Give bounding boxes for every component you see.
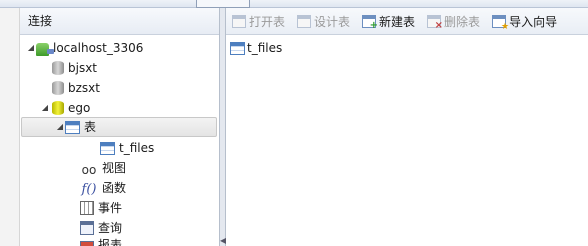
tree-node-tables-folder[interactable]: ◢ 表 — [21, 117, 217, 137]
tree-node-functions[interactable]: f() 函数 — [80, 178, 127, 198]
event-calendar-icon — [80, 201, 94, 215]
ribbon-selected-tab[interactable] — [196, 0, 250, 8]
tree-node-label: bzsxt — [68, 81, 100, 95]
tree-node-queries[interactable]: 查询 — [80, 218, 122, 238]
import-wizard-label: 导入向导 — [509, 14, 558, 29]
tree-node-label: 报表 — [98, 238, 123, 246]
connection-pane-header: 连接 — [20, 8, 219, 35]
import-wizard-icon — [492, 14, 509, 32]
expanded-arrow-icon[interactable]: ◢ — [55, 117, 65, 137]
expanded-arrow-icon[interactable]: ◢ — [40, 98, 50, 118]
delete-table-label: 删除表 — [444, 14, 481, 29]
tree-node-views[interactable]: oo 视图 — [80, 158, 126, 178]
tree-node-label: bjsxt — [68, 61, 98, 75]
design-table-button[interactable]: 设计表 — [297, 13, 350, 30]
delete-table-icon — [427, 14, 443, 31]
object-toolbar: 打开表 设计表 新建表 删除表 导入向导 — [226, 8, 588, 35]
tree-node-label: 函数 — [102, 181, 127, 195]
tree-node-label: 事件 — [98, 201, 123, 215]
tree-node-label: 查询 — [98, 221, 123, 235]
tree-node-label: 表 — [84, 120, 97, 134]
design-table-label: 设计表 — [314, 14, 351, 29]
tree-node-database-ego[interactable]: ◢ ego — [40, 98, 90, 118]
tree-node-label: ego — [68, 101, 91, 115]
database-open-icon — [52, 101, 64, 115]
tables-folder-icon — [65, 120, 80, 134]
ribbon-strip — [0, 0, 588, 8]
new-table-button[interactable]: 新建表 — [362, 13, 416, 31]
open-table-button[interactable]: 打开表 — [232, 13, 285, 30]
mysql-connection-icon — [36, 42, 54, 56]
design-table-icon — [297, 14, 312, 28]
object-list: t_files — [226, 36, 588, 246]
report-icon — [80, 241, 94, 246]
database-closed-icon — [52, 61, 64, 75]
import-wizard-button[interactable]: 导入向导 — [492, 13, 558, 32]
tree-node-database[interactable]: bjsxt — [50, 58, 97, 78]
object-name: t_files — [247, 41, 283, 55]
connection-pane: 连接 ◢ localhost_3306 bjsxt bzsxt ◢ ego ◢ … — [20, 8, 220, 246]
tree-node-database[interactable]: bzsxt — [50, 78, 100, 98]
tree-node-reports[interactable]: 报表 — [80, 238, 122, 246]
tree-node-label: t_files — [119, 141, 155, 155]
open-table-icon — [232, 14, 246, 28]
table-icon — [230, 41, 245, 55]
tree-node-events[interactable]: 事件 — [80, 198, 122, 218]
query-icon — [80, 221, 94, 235]
table-icon — [100, 141, 115, 155]
view-glasses-icon: oo — [81, 163, 97, 177]
database-closed-icon — [52, 81, 64, 95]
tree-node-connection[interactable]: ◢ localhost_3306 — [26, 38, 143, 58]
tree-node-table[interactable]: t_files — [100, 138, 154, 158]
open-table-label: 打开表 — [249, 14, 286, 29]
delete-table-button[interactable]: 删除表 — [427, 13, 481, 31]
function-icon: f() — [81, 182, 97, 197]
new-table-label: 新建表 — [379, 14, 416, 29]
tree-node-label: localhost_3306 — [53, 41, 144, 55]
tree-node-label: 视图 — [102, 161, 127, 175]
object-list-item[interactable]: t_files — [230, 39, 282, 57]
background-window-strip — [0, 8, 20, 246]
new-table-icon — [362, 14, 378, 31]
expanded-arrow-icon[interactable]: ◢ — [26, 38, 36, 58]
